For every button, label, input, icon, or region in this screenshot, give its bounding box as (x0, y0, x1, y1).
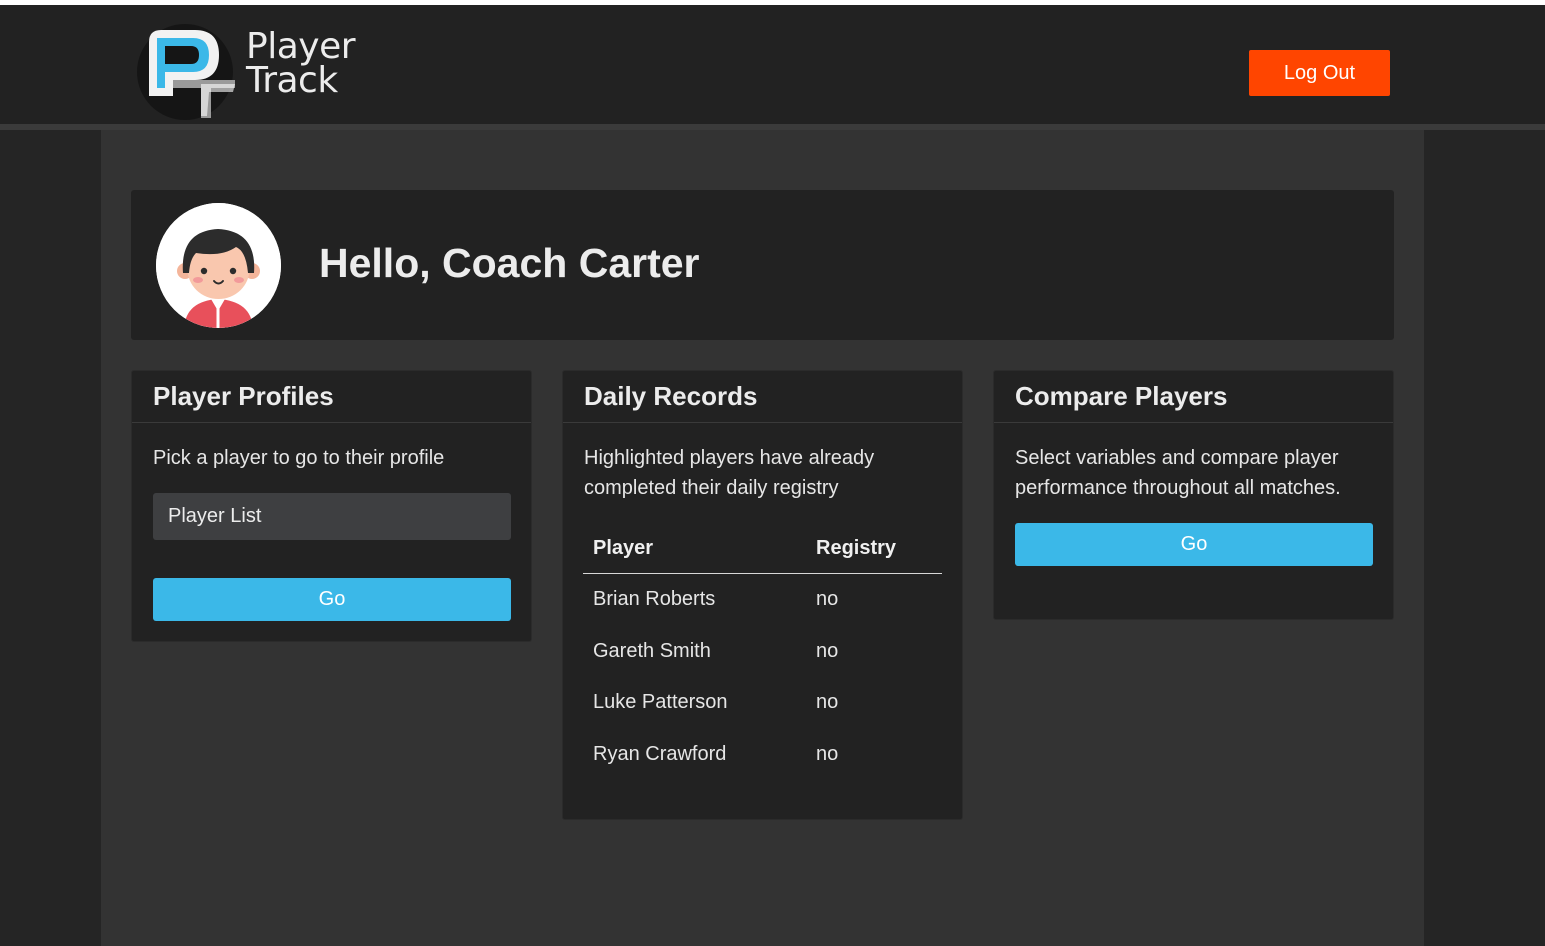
brand-line-1: Player (246, 26, 356, 67)
table-row[interactable]: Luke Patterson no (583, 677, 942, 729)
navbar: Player Track Log Out (0, 5, 1545, 124)
table-header-row: Player Registry (583, 529, 942, 574)
table-row[interactable]: Gareth Smith no (583, 626, 942, 678)
registry-cell: no (816, 691, 839, 713)
greeting-title: Hello, Coach Carter (319, 240, 700, 286)
player-name-cell: Brian Roberts (593, 588, 716, 610)
player-profiles-description: Pick a player to go to their profile (153, 447, 445, 469)
player-track-logo-icon (137, 24, 235, 120)
compare-players-header: Compare Players (994, 371, 1393, 423)
daily-records-description: Highlighted players have already complet… (584, 447, 875, 499)
daily-records-table: Player Registry Brian Roberts no Gareth … (583, 529, 942, 780)
brand-name: Player Track (246, 26, 356, 101)
player-profiles-header: Player Profiles (132, 371, 531, 423)
compare-players-description: Select variables and compare player perf… (1015, 447, 1341, 499)
player-name-cell: Gareth Smith (593, 639, 711, 662)
player-list-select-value: Player List (168, 505, 262, 527)
player-profile-go-button[interactable]: Go (153, 578, 511, 621)
daily-records-title: Daily Records (584, 381, 758, 411)
coach-avatar-icon (156, 203, 281, 328)
registry-cell: no (816, 588, 839, 610)
brand-line-2: Track (246, 60, 338, 101)
compare-players-title: Compare Players (1015, 381, 1228, 411)
greeting-card: Hello, Coach Carter (131, 190, 1394, 340)
player-profiles-card: Player Profiles Pick a player to go to t… (131, 370, 532, 642)
column-header-player: Player (593, 537, 654, 559)
column-header-registry: Registry (816, 537, 897, 559)
registry-cell: no (816, 639, 839, 662)
player-profiles-title: Player Profiles (153, 381, 334, 411)
daily-records-card: Daily Records Highlighted players have a… (562, 370, 963, 820)
registry-cell: no (816, 742, 839, 765)
table-row[interactable]: Brian Roberts no (583, 574, 942, 626)
player-name-cell: Luke Patterson (593, 691, 728, 713)
brand-logo[interactable]: Player Track (135, 22, 375, 122)
compare-players-card: Compare Players Select variables and com… (993, 370, 1394, 620)
main-content: Hello, Coach Carter Player Profiles Pick… (101, 130, 1424, 946)
daily-records-header: Daily Records (563, 371, 962, 423)
compare-players-go-button[interactable]: Go (1015, 523, 1373, 566)
logout-button[interactable]: Log Out (1249, 50, 1390, 96)
player-list-select[interactable]: Player List (153, 493, 511, 540)
player-name-cell: Ryan Crawford (593, 742, 727, 765)
table-row[interactable]: Ryan Crawford no (583, 729, 942, 781)
